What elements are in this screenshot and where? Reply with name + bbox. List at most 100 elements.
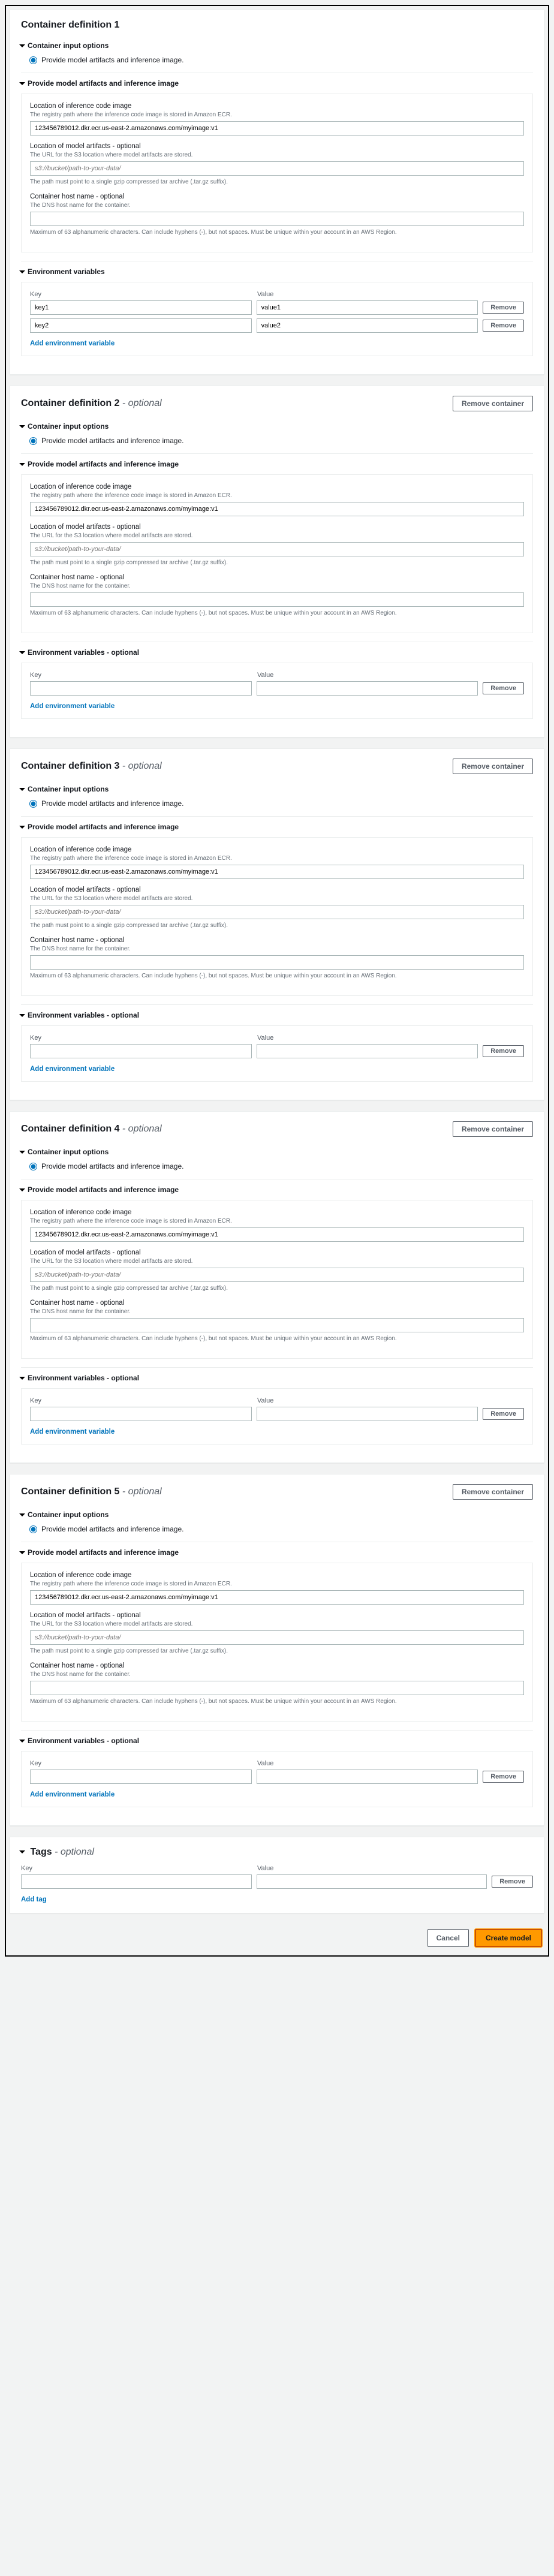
env-section-toggle[interactable]: Environment variables - optional xyxy=(21,1011,533,1019)
container-input-options-toggle[interactable]: Container input options xyxy=(21,41,533,50)
provide-artifacts-radio[interactable]: Provide model artifacts and inference im… xyxy=(29,56,533,64)
env-key-header: Key xyxy=(30,1760,257,1767)
add-env-link[interactable]: Add environment variable xyxy=(30,703,115,710)
env-value-input[interactable] xyxy=(257,1407,478,1421)
container-input-options-label: Container input options xyxy=(28,422,109,431)
env-value-header: Value xyxy=(257,672,484,679)
provide-artifacts-radio-input[interactable] xyxy=(29,1163,37,1170)
add-env-link[interactable]: Add environment variable xyxy=(30,1791,115,1798)
artifacts-after-help: The path must point to a single gzip com… xyxy=(30,559,524,567)
provide-artifacts-radio[interactable]: Provide model artifacts and inference im… xyxy=(29,1162,533,1170)
remove-container-button[interactable]: Remove container xyxy=(453,1121,533,1137)
env-value-input[interactable] xyxy=(257,318,478,333)
env-value-input[interactable] xyxy=(257,681,478,696)
inference-image-input[interactable] xyxy=(30,121,524,136)
env-key-input[interactable] xyxy=(30,1044,252,1058)
provide-artifacts-radio-input[interactable] xyxy=(29,1525,37,1533)
cancel-button[interactable]: Cancel xyxy=(427,1929,469,1947)
provide-artifacts-radio-input[interactable] xyxy=(29,437,37,445)
hostname-label: Container host name - optional xyxy=(30,937,524,944)
artifacts-input[interactable] xyxy=(30,905,524,919)
provide-artifacts-radio-input[interactable] xyxy=(29,56,37,64)
container-title: Container definition 3 - optional xyxy=(21,761,162,772)
container-input-options-toggle[interactable]: Container input options xyxy=(21,422,533,431)
hostname-help: The DNS host name for the container. xyxy=(30,201,524,209)
provide-artifacts-radio[interactable]: Provide model artifacts and inference im… xyxy=(29,437,533,445)
env-value-header: Value xyxy=(257,1760,484,1767)
tag-value-input[interactable] xyxy=(257,1874,487,1889)
env-section-toggle[interactable]: Environment variables - optional xyxy=(21,1374,533,1382)
hostname-input[interactable] xyxy=(30,1318,524,1332)
add-tag-link[interactable]: Add tag xyxy=(21,1896,47,1903)
env-key-input[interactable] xyxy=(30,1407,252,1421)
provide-section-toggle[interactable]: Provide model artifacts and inference im… xyxy=(21,460,533,468)
hostname-input[interactable] xyxy=(30,1681,524,1695)
env-section-toggle[interactable]: Environment variables xyxy=(21,267,533,276)
chevron-down-icon[interactable] xyxy=(19,1850,25,1853)
provide-section-toggle[interactable]: Provide model artifacts and inference im… xyxy=(21,823,533,831)
provide-artifacts-radio[interactable]: Provide model artifacts and inference im… xyxy=(29,1525,533,1533)
artifacts-after-help: The path must point to a single gzip com… xyxy=(30,922,524,929)
artifacts-after-help: The path must point to a single gzip com… xyxy=(30,178,524,186)
remove-env-button[interactable]: Remove xyxy=(483,1771,524,1783)
remove-env-button[interactable]: Remove xyxy=(483,682,524,694)
env-section-label: Environment variables xyxy=(28,267,105,276)
inference-image-input[interactable] xyxy=(30,502,524,516)
env-value-input[interactable] xyxy=(257,1044,478,1058)
artifacts-input[interactable] xyxy=(30,542,524,556)
hostname-input[interactable] xyxy=(30,592,524,607)
container-input-options-toggle[interactable]: Container input options xyxy=(21,1148,533,1156)
env-row: Remove xyxy=(30,1407,524,1421)
hostname-input[interactable] xyxy=(30,955,524,970)
remove-env-button[interactable]: Remove xyxy=(483,320,524,332)
add-env-link[interactable]: Add environment variable xyxy=(30,1066,115,1073)
tag-key-input[interactable] xyxy=(21,1874,252,1889)
env-key-input[interactable] xyxy=(30,1770,252,1784)
container-input-options-toggle[interactable]: Container input options xyxy=(21,1510,533,1519)
hostname-after-help: Maximum of 63 alphanumeric characters. C… xyxy=(30,609,524,617)
hostname-help: The DNS host name for the container. xyxy=(30,582,524,590)
env-key-input[interactable] xyxy=(30,300,252,315)
provide-section-toggle[interactable]: Provide model artifacts and inference im… xyxy=(21,1548,533,1557)
artifacts-input[interactable] xyxy=(30,1630,524,1645)
inference-image-input[interactable] xyxy=(30,1590,524,1605)
container-title: Container definition 4 - optional xyxy=(21,1124,162,1134)
env-section-toggle[interactable]: Environment variables - optional xyxy=(21,648,533,657)
container-input-options-label: Container input options xyxy=(28,41,109,50)
inference-image-input[interactable] xyxy=(30,1227,524,1242)
env-row: Remove xyxy=(30,300,524,315)
inference-image-label: Location of inference code image xyxy=(30,846,524,853)
add-env-link[interactable]: Add environment variable xyxy=(30,1428,115,1436)
provide-section-toggle[interactable]: Provide model artifacts and inference im… xyxy=(21,79,533,88)
tag-row: Remove xyxy=(21,1874,533,1889)
add-env-link[interactable]: Add environment variable xyxy=(30,340,115,347)
env-value-input[interactable] xyxy=(257,1770,478,1784)
create-model-button[interactable]: Create model xyxy=(475,1929,542,1947)
artifacts-input[interactable] xyxy=(30,1268,524,1282)
env-value-input[interactable] xyxy=(257,300,478,315)
provide-artifacts-radio[interactable]: Provide model artifacts and inference im… xyxy=(29,799,533,808)
remove-env-button[interactable]: Remove xyxy=(483,1408,524,1420)
artifacts-label: Location of model artifacts - optional xyxy=(30,143,524,150)
remove-env-button[interactable]: Remove xyxy=(483,302,524,314)
provide-artifacts-radio-label: Provide model artifacts and inference im… xyxy=(41,1525,183,1533)
chevron-down-icon xyxy=(19,425,25,428)
env-section-label: Environment variables - optional xyxy=(28,1374,139,1382)
env-key-input[interactable] xyxy=(30,318,252,333)
chevron-down-icon xyxy=(19,788,25,791)
env-key-input[interactable] xyxy=(30,681,252,696)
hostname-input[interactable] xyxy=(30,212,524,226)
remove-container-button[interactable]: Remove container xyxy=(453,396,533,411)
container-input-options-toggle[interactable]: Container input options xyxy=(21,785,533,793)
remove-tag-button[interactable]: Remove xyxy=(492,1876,533,1888)
remove-env-button[interactable]: Remove xyxy=(483,1045,524,1057)
inference-image-input[interactable] xyxy=(30,865,524,879)
remove-container-button[interactable]: Remove container xyxy=(453,759,533,774)
artifacts-input[interactable] xyxy=(30,161,524,176)
artifacts-help: The URL for the S3 location where model … xyxy=(30,151,524,159)
inference-image-help: The registry path where the inference co… xyxy=(30,854,524,862)
remove-container-button[interactable]: Remove container xyxy=(453,1484,533,1500)
provide-artifacts-radio-input[interactable] xyxy=(29,800,37,808)
env-section-toggle[interactable]: Environment variables - optional xyxy=(21,1737,533,1745)
provide-section-toggle[interactable]: Provide model artifacts and inference im… xyxy=(21,1185,533,1194)
